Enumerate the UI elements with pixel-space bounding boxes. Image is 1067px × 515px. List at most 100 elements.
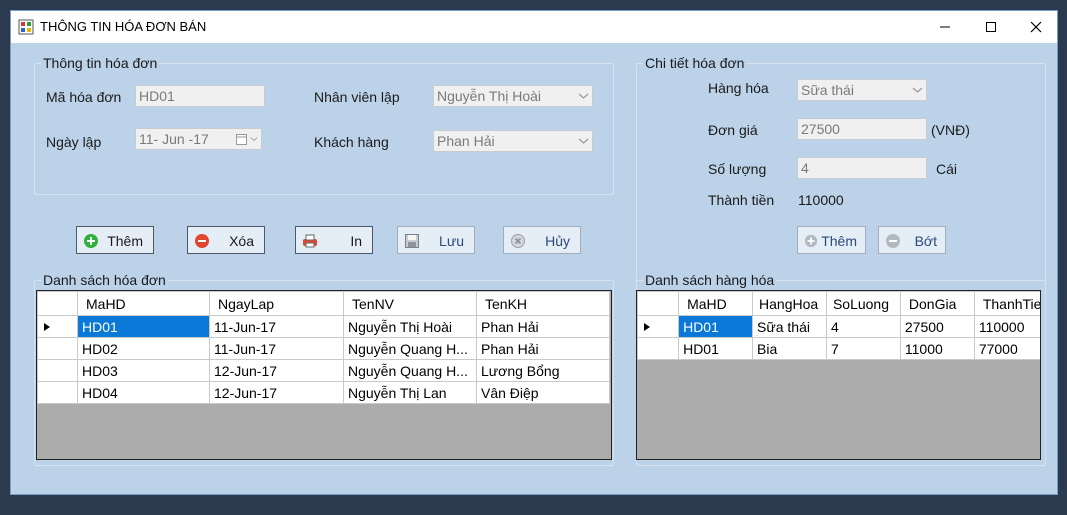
cancel-invoice-button[interactable]: Hủy (503, 226, 581, 254)
row-header-corner (37, 291, 78, 316)
row-header[interactable] (637, 315, 680, 338)
invoice-list-group-label: Danh sách hóa đơn (41, 272, 168, 288)
hanghoa-select[interactable]: Sữa thái (797, 79, 927, 101)
table-row[interactable]: HD01 Bia 7 11000 77000 (637, 337, 1040, 360)
cell-mahd[interactable]: HD01 (678, 315, 754, 338)
ngaylap-label: Ngày lập (46, 134, 102, 150)
cell-tenkh[interactable]: Phan Hải (476, 337, 610, 360)
table-row[interactable]: HD02 11-Jun-17 Nguyễn Quang H... Phan Hả… (37, 337, 610, 360)
minimize-button[interactable] (922, 11, 968, 43)
chevron-down-icon (578, 93, 589, 99)
close-button[interactable] (1013, 11, 1059, 43)
cell-tennv[interactable]: Nguyễn Thị Lan (343, 381, 477, 404)
minus-circle-icon (195, 234, 209, 248)
column-header-thanhtien[interactable]: ThanhTien (973, 291, 1040, 316)
calendar-icon (236, 134, 247, 145)
cell-mahd[interactable]: HD03 (77, 359, 210, 382)
cell-tenkh[interactable]: Lương Bổng (476, 359, 610, 382)
cell-thanhtien[interactable]: 77000 (973, 337, 1040, 360)
ngaylap-datepicker[interactable]: 11- Jun -17 (135, 128, 262, 150)
column-header-tenkh[interactable]: TenKH (476, 291, 610, 316)
minimize-icon (940, 26, 950, 28)
cell-ngaylap[interactable]: 11-Jun-17 (209, 315, 344, 338)
goods-list-group-label: Danh sách hàng hóa (643, 272, 777, 288)
cell-ngaylap[interactable]: 11-Jun-17 (209, 337, 344, 360)
mahd-label: Mã hóa đơn (46, 89, 122, 105)
row-header[interactable] (637, 337, 680, 360)
print-invoice-button[interactable]: In (295, 226, 373, 254)
table-row[interactable]: HD04 12-Jun-17 Nguyễn Thị Lan Vân Điệp (37, 381, 610, 404)
dongia-field[interactable]: 27500 (797, 118, 927, 140)
column-header-hanghoa[interactable]: HangHoa (752, 291, 827, 316)
cell-mahd[interactable]: HD01 (678, 337, 754, 360)
column-header-soluong[interactable]: SoLuong (825, 291, 901, 316)
nhanvien-value: Nguyễn Thị Hoài (437, 88, 542, 104)
cell-ngaylap[interactable]: 12-Jun-17 (209, 359, 344, 382)
invoice-detail-group-label: Chi tiết hóa đơn (643, 55, 747, 71)
maximize-button[interactable] (968, 11, 1014, 43)
cell-hanghoa[interactable]: Sữa thái (752, 315, 827, 338)
mahd-field[interactable]: HD01 (135, 85, 265, 107)
table-row[interactable]: HD01 Sữa thái 4 27500 110000 (637, 315, 1040, 338)
cell-soluong[interactable]: 4 (825, 315, 901, 338)
table-row[interactable]: HD03 12-Jun-17 Nguyễn Quang H... Lương B… (37, 359, 610, 382)
cell-dongia[interactable]: 27500 (899, 315, 975, 338)
invoice-grid[interactable]: MaHD NgayLap TenNV TenKH HD01 11-Jun-17 … (36, 290, 612, 460)
column-header-ngaylap[interactable]: NgayLap (209, 291, 344, 316)
table-row[interactable]: HD01 11-Jun-17 Nguyễn Thị Hoài Phan Hải (37, 315, 610, 338)
cell-thanhtien[interactable]: 110000 (973, 315, 1040, 338)
save-invoice-label: Lưu (439, 233, 464, 249)
invoice-info-group: Thông tin hóa đơn (34, 55, 614, 195)
row-header[interactable] (37, 359, 78, 382)
delete-invoice-label: Xóa (229, 233, 254, 249)
cell-tennv[interactable]: Nguyễn Quang H... (343, 359, 477, 382)
row-header[interactable] (37, 337, 78, 360)
chevron-down-icon (912, 87, 923, 93)
ngaylap-value: 11- Jun -17 (139, 131, 209, 147)
column-header-mahd[interactable]: MaHD (678, 291, 754, 316)
cell-dongia[interactable]: 11000 (899, 337, 975, 360)
cell-hanghoa[interactable]: Bia (752, 337, 827, 360)
goods-grid[interactable]: MaHD HangHoa SoLuong DonGia ThanhTien HD… (636, 290, 1041, 460)
nhanvien-label: Nhân viên lập (314, 89, 400, 105)
cell-tenkh[interactable]: Vân Điệp (476, 381, 610, 404)
soluong-unit: Cái (936, 161, 958, 177)
print-invoice-label: In (350, 233, 362, 249)
add-invoice-button[interactable]: Thêm (76, 226, 154, 254)
soluong-field[interactable]: 4 (797, 157, 927, 179)
minus-circle-icon (886, 234, 900, 248)
khachhang-select[interactable]: Phan Hải (433, 130, 593, 152)
delete-invoice-button[interactable]: Xóa (187, 226, 265, 254)
add-goods-button[interactable]: Thêm (797, 226, 866, 254)
remove-goods-button[interactable]: Bớt (878, 226, 946, 254)
cell-mahd[interactable]: HD02 (77, 337, 210, 360)
add-goods-label: Thêm (821, 233, 857, 249)
cell-tennv[interactable]: Nguyễn Quang H... (343, 337, 477, 360)
save-invoice-button[interactable]: Lưu (397, 226, 475, 254)
cell-tennv[interactable]: Nguyễn Thị Hoài (343, 315, 477, 338)
main-window: THÔNG TIN HÓA ĐƠN BÁN Thông tin hóa đơn … (10, 10, 1058, 495)
row-header[interactable] (37, 381, 78, 404)
column-header-dongia[interactable]: DonGia (899, 291, 975, 316)
thanhtien-label: Thành tiền (708, 192, 775, 208)
cancel-circle-icon (511, 234, 525, 248)
hanghoa-label: Hàng hóa (708, 80, 769, 96)
current-row-arrow-icon (44, 323, 50, 331)
row-header[interactable] (37, 315, 78, 338)
cancel-invoice-label: Hủy (545, 233, 570, 249)
cell-mahd[interactable]: HD04 (77, 381, 210, 404)
column-header-mahd[interactable]: MaHD (77, 291, 210, 316)
cell-mahd[interactable]: HD01 (77, 315, 210, 338)
thanhtien-value: 110000 (798, 192, 844, 208)
title-bar[interactable]: THÔNG TIN HÓA ĐƠN BÁN (11, 11, 1057, 43)
khachhang-label: Khách hàng (314, 134, 389, 150)
column-header-tennv[interactable]: TenNV (343, 291, 477, 316)
cell-tenkh[interactable]: Phan Hải (476, 315, 610, 338)
cell-ngaylap[interactable]: 12-Jun-17 (209, 381, 344, 404)
khachhang-value: Phan Hải (437, 133, 495, 149)
invoice-table: MaHD NgayLap TenNV TenKH HD01 11-Jun-17 … (37, 291, 610, 404)
printer-icon (303, 234, 317, 248)
nhanvien-select[interactable]: Nguyễn Thị Hoài (433, 85, 593, 107)
dongia-label: Đơn giá (708, 122, 758, 138)
cell-soluong[interactable]: 7 (825, 337, 901, 360)
